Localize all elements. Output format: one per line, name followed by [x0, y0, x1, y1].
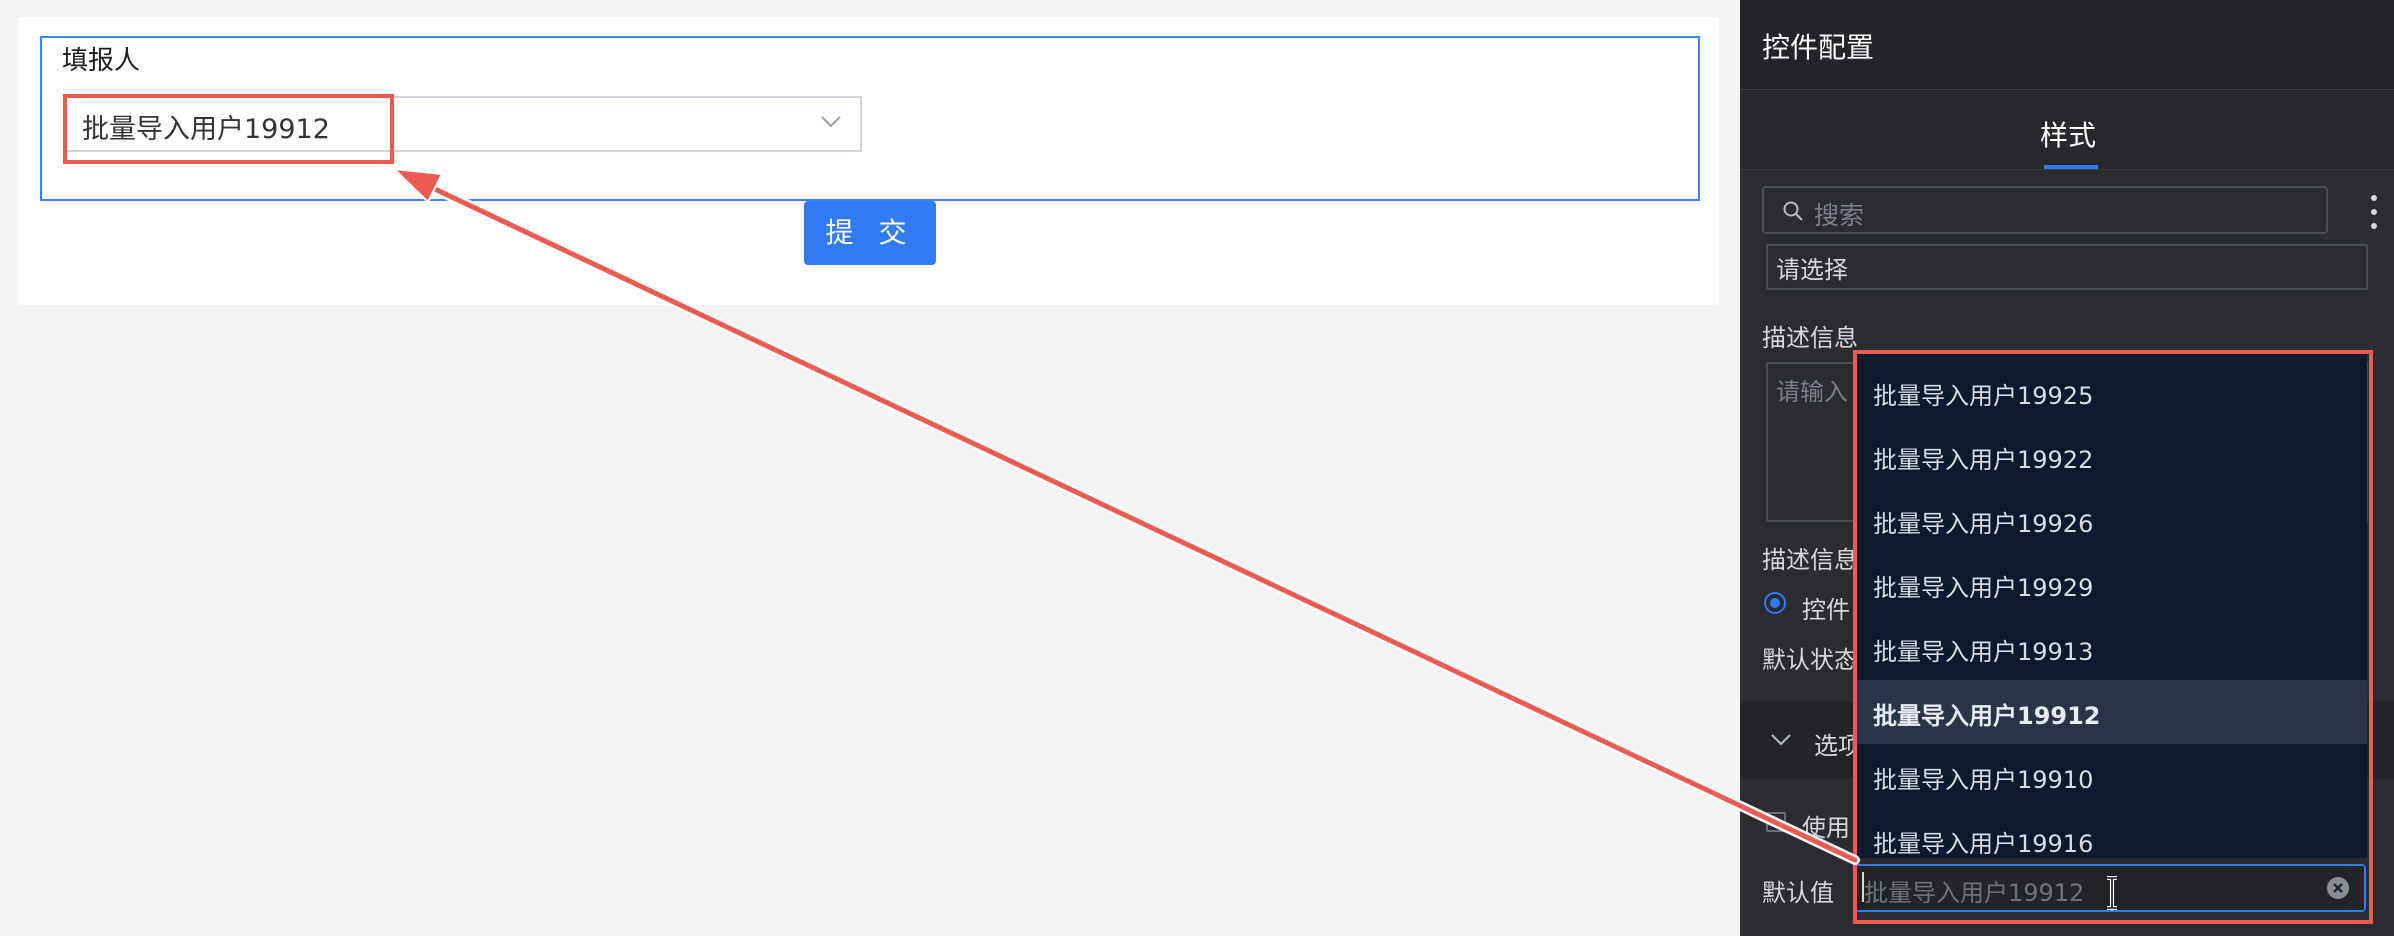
use-checkbox[interactable] — [1766, 812, 1786, 832]
default-state-label: 默认状态 — [1762, 646, 1858, 674]
desc-placeholder: 请输入 — [1776, 378, 1848, 406]
chevron-down-icon[interactable] — [1770, 728, 1792, 750]
panel-title: 控件配置 — [1762, 31, 1875, 64]
desc-label: 描述信息 — [1762, 324, 1858, 352]
highlight-box-select — [63, 94, 394, 164]
radio-dot — [1770, 598, 1780, 608]
submit-button[interactable]: 提 交 — [804, 201, 936, 265]
more-vertical-icon[interactable] — [2368, 192, 2380, 232]
default-value-label: 默认值 — [1762, 879, 1834, 907]
placeholder-input[interactable] — [1766, 244, 2368, 290]
search-placeholder: 搜索 — [1814, 201, 1865, 230]
radio-label: 控件 — [1802, 596, 1850, 624]
use-label: 使用 — [1802, 814, 1850, 842]
search-icon — [1783, 201, 1803, 221]
text-cursor-icon — [2107, 876, 2117, 910]
tab-active-indicator — [2044, 165, 2098, 169]
highlight-box-dropdown — [1853, 350, 2373, 924]
field-label: 填报人 — [62, 46, 141, 76]
chevron-down-icon[interactable] — [820, 110, 842, 132]
tab-style[interactable]: 样式 — [2040, 114, 2096, 154]
placeholder-input-value: 请选择 — [1776, 256, 1848, 284]
desc-position-label: 描述信息 — [1762, 546, 1858, 574]
